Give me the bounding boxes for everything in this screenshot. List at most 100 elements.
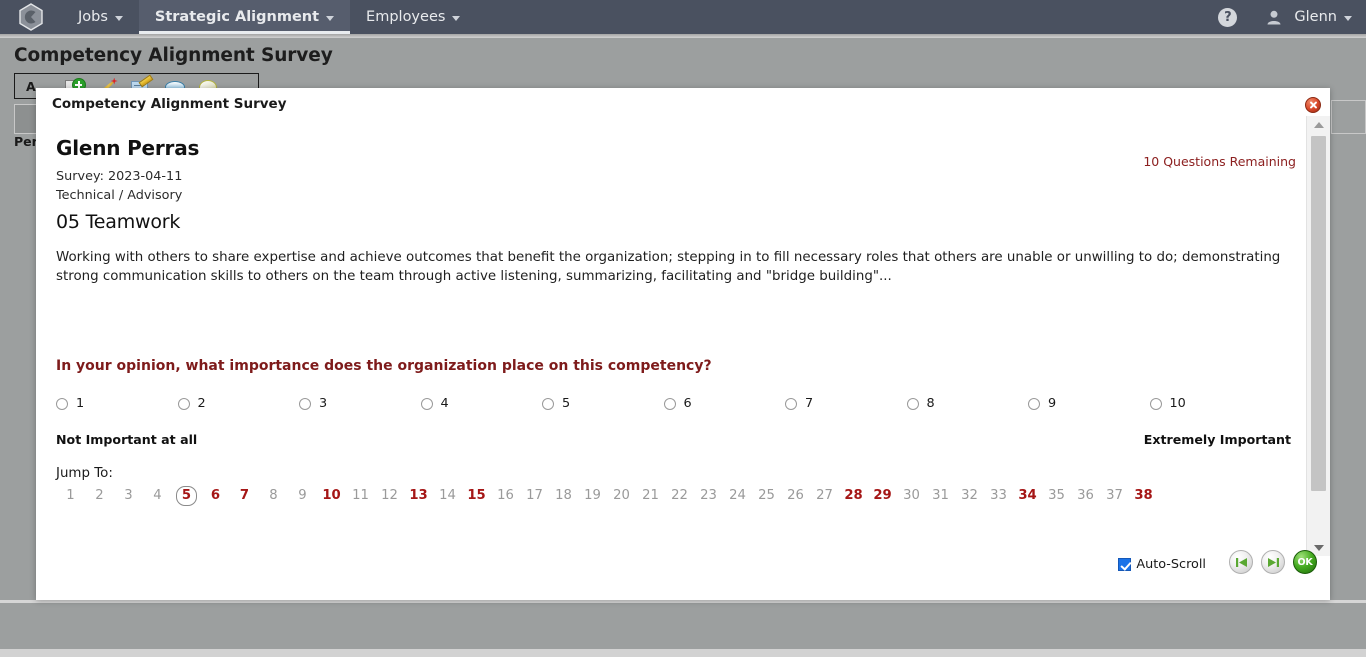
survey-question-prompt: In your opinion, what importance does th… <box>56 358 712 374</box>
modal-body: Glenn Perras Survey: 2023-04-11 Technica… <box>36 116 1306 600</box>
rating-option-label: 8 <box>926 396 935 411</box>
jump-to-number-4[interactable]: 4 <box>143 486 172 506</box>
chevron-down-icon <box>1344 15 1352 21</box>
hexagon-logo-icon[interactable] <box>0 0 62 34</box>
jump-to-number-23[interactable]: 23 <box>694 486 723 506</box>
rating-option-label: 1 <box>76 396 85 411</box>
radio-icon[interactable] <box>663 397 676 410</box>
jump-to-number-20[interactable]: 20 <box>607 486 636 506</box>
jump-to-number-22[interactable]: 22 <box>665 486 694 506</box>
footer-button-group: OK <box>1229 550 1317 574</box>
jump-to-number-25[interactable]: 25 <box>752 486 781 506</box>
rating-option-10[interactable]: 10 <box>1149 396 1186 411</box>
jump-to-number-35[interactable]: 35 <box>1042 486 1071 506</box>
radio-icon[interactable] <box>420 397 433 410</box>
next-question-button[interactable] <box>1261 550 1285 574</box>
jump-to-number-27[interactable]: 27 <box>810 486 839 506</box>
nav-item-jobs-label: Jobs <box>78 9 108 25</box>
jump-to-number-33[interactable]: 33 <box>984 486 1013 506</box>
scale-anchor-high: Extremely Important <box>1143 432 1291 447</box>
page-title: Competency Alignment Survey <box>14 45 333 66</box>
jump-to-number-24[interactable]: 24 <box>723 486 752 506</box>
jump-to-number-36[interactable]: 36 <box>1071 486 1100 506</box>
jump-to-number-13[interactable]: 13 <box>404 486 433 506</box>
radio-icon[interactable] <box>785 397 797 410</box>
jump-to-number-17[interactable]: 17 <box>520 486 549 506</box>
survey-date: Survey: 2023-04-11 <box>56 169 183 184</box>
jump-to-number-7[interactable]: 7 <box>230 486 259 506</box>
nav-item-employees[interactable]: Employees <box>350 0 476 34</box>
rating-option-1[interactable]: 1 <box>56 396 84 411</box>
jump-to-number-12[interactable]: 12 <box>375 486 404 506</box>
radio-icon[interactable] <box>1028 397 1040 410</box>
jump-to-number-14[interactable]: 14 <box>433 486 462 506</box>
rating-option-9[interactable]: 9 <box>1028 396 1056 411</box>
rating-option-label: 9 <box>1048 396 1057 411</box>
autoscroll-checkbox[interactable] <box>1118 558 1132 571</box>
close-icon[interactable] <box>1305 97 1321 113</box>
competency-title: 05 Teamwork <box>56 211 181 233</box>
rating-option-8[interactable]: 8 <box>906 396 935 411</box>
rating-option-7[interactable]: 7 <box>785 396 813 411</box>
radio-icon[interactable] <box>299 397 311 410</box>
radio-icon[interactable] <box>906 397 919 410</box>
background-bottom-area <box>0 603 1366 649</box>
jump-to-number-11[interactable]: 11 <box>346 486 375 506</box>
avatar-icon <box>1267 10 1281 25</box>
jump-to-number-30[interactable]: 30 <box>897 486 926 506</box>
jump-to-number-28[interactable]: 28 <box>839 486 868 506</box>
ok-button[interactable]: OK <box>1293 550 1317 574</box>
chevron-down-icon <box>326 15 335 21</box>
jump-to-number-19[interactable]: 19 <box>578 486 607 506</box>
scrollbar-thumb[interactable] <box>1311 136 1326 491</box>
rating-option-label: 4 <box>440 396 449 411</box>
jump-to-number-10[interactable]: 10 <box>317 486 346 506</box>
nav-item-employees-label: Employees <box>366 9 446 25</box>
jump-to-number-6[interactable]: 6 <box>201 486 230 506</box>
jump-to-number-21[interactable]: 21 <box>636 486 665 506</box>
user-menu[interactable]: Glenn <box>1267 9 1352 25</box>
jump-to-number-15[interactable]: 15 <box>462 486 491 506</box>
jump-to-number-9[interactable]: 9 <box>288 486 317 506</box>
modal-scrollbar[interactable] <box>1306 116 1330 556</box>
rating-option-3[interactable]: 3 <box>299 396 327 411</box>
jump-to-number-34[interactable]: 34 <box>1013 486 1042 506</box>
jump-to-list: 1 2 3 4 5 6 7 8 9 10 11 12 13 14 15 16 17 18 19 20 21 22 23 24 2… <box>56 486 1158 506</box>
rating-option-4[interactable]: 4 <box>420 396 449 411</box>
jump-to-label: Jump To: <box>56 466 113 481</box>
jump-to-number-38[interactable]: 38 <box>1129 486 1158 506</box>
jump-to-number-29[interactable]: 29 <box>868 486 897 506</box>
jump-to-number-26[interactable]: 26 <box>781 486 810 506</box>
jump-to-number-1[interactable]: 1 <box>56 486 85 506</box>
top-navigation-bar: Jobs Strategic Alignment Employees ? Gle… <box>0 0 1366 34</box>
jump-to-number-16[interactable]: 16 <box>491 486 520 506</box>
user-menu-label: Glenn <box>1294 9 1337 25</box>
rating-option-5[interactable]: 5 <box>542 396 570 411</box>
help-icon[interactable]: ? <box>1218 7 1238 27</box>
skip-to-last-icon <box>1267 557 1279 567</box>
radio-icon[interactable] <box>177 397 190 410</box>
jump-to-number-8[interactable]: 8 <box>259 486 288 506</box>
nav-item-strategic-alignment-label: Strategic Alignment <box>154 9 320 25</box>
rating-option-2[interactable]: 2 <box>177 396 206 411</box>
scroll-up-arrow-icon[interactable] <box>1307 116 1331 133</box>
jump-to-number-18[interactable]: 18 <box>549 486 578 506</box>
jump-to-number-37[interactable]: 37 <box>1100 486 1129 506</box>
radio-icon[interactable] <box>542 397 554 410</box>
previous-question-button[interactable] <box>1229 550 1253 574</box>
radio-icon[interactable] <box>1149 397 1162 410</box>
nav-item-strategic-alignment[interactable]: Strategic Alignment <box>138 0 351 34</box>
competency-description: Working with others to share expertise a… <box>56 250 1281 284</box>
jump-to-number-2[interactable]: 2 <box>85 486 114 506</box>
radio-icon[interactable] <box>56 397 68 410</box>
rating-option-6[interactable]: 6 <box>663 396 692 411</box>
jump-to-number-31[interactable]: 31 <box>926 486 955 506</box>
jump-to-number-32[interactable]: 32 <box>955 486 984 506</box>
jump-to-number-5[interactable]: 5 <box>176 486 197 506</box>
nav-item-jobs[interactable]: Jobs <box>62 0 139 34</box>
background-side-label: Per <box>14 134 38 149</box>
navbar-shadow <box>0 34 1366 38</box>
jump-to-number-3[interactable]: 3 <box>114 486 143 506</box>
autoscroll-toggle[interactable]: Auto-Scroll <box>1118 557 1206 572</box>
